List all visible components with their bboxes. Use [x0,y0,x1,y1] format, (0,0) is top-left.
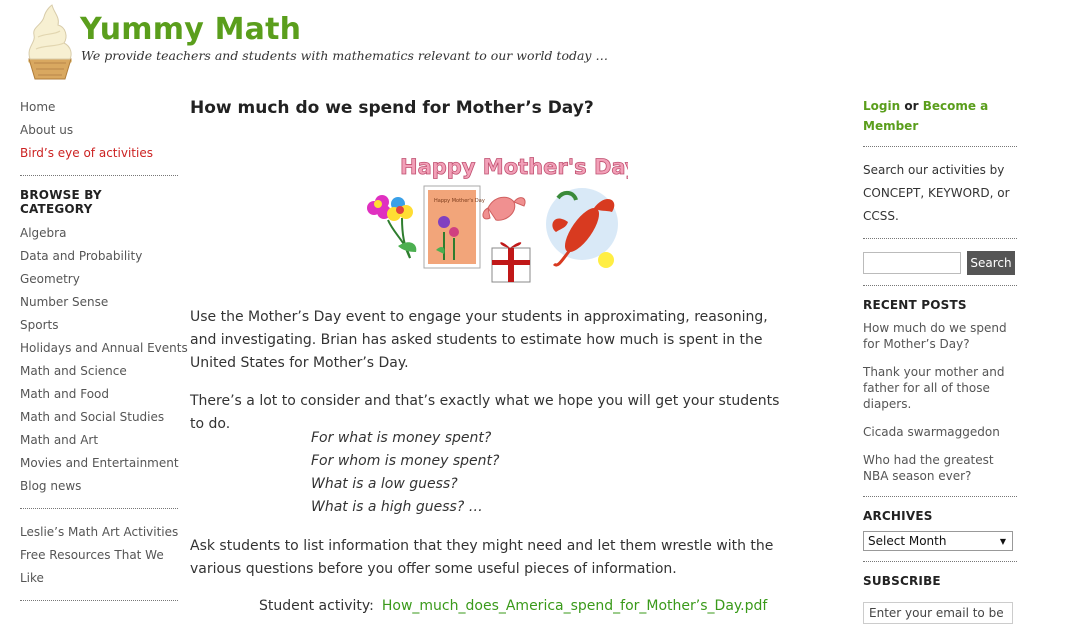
divider [863,285,1017,286]
category-heading: BROWSE BY CATEGORY [20,188,102,216]
divider [863,146,1017,147]
left-sidebar: Home About us Bird’s eye of activities B… [20,96,188,613]
divider [863,238,1017,239]
category-link[interactable]: Blog news [20,475,178,498]
extra-link[interactable]: Like [20,567,178,590]
mothers-day-image: Happy Mother's Day Happy Mother's Day [358,142,639,292]
archives-selected: Select Month [868,534,947,548]
category-link[interactable]: Math and Science [20,360,178,383]
dropdown-arrow-icon: ▼ [999,536,1006,546]
divider [20,508,178,509]
card-icon: Happy Mother's Day [423,185,485,269]
archives-heading: ARCHIVES [863,509,933,523]
login-link[interactable]: Login [863,99,900,113]
extra-link[interactable]: Free Resources That We [20,544,178,567]
category-link[interactable]: Geometry [20,268,178,291]
student-activity: Student activity: How_much_does_America_s… [259,598,767,614]
site-title[interactable]: Yummy Math [80,12,301,47]
recent-posts-heading: RECENT POSTS [863,298,967,312]
recent-posts-list: How much do we spend for Mother’s Day? T… [863,320,1017,484]
nav-birds-eye[interactable]: Bird’s eye of activities [20,142,178,165]
paragraph-intro: Use the Mother’s Day event to engage you… [190,309,768,371]
subscribe-email-field[interactable]: Enter your email to be [863,602,1013,624]
divider [863,496,1017,497]
nav-home[interactable]: Home [20,96,178,119]
question-line: What is a high guess? … [311,499,483,515]
category-link[interactable]: Math and Social Studies [20,406,178,429]
question-line: For whom is money spent? [311,453,500,469]
subscribe-heading: SUBSCRIBE [863,574,941,588]
divider [20,175,178,176]
question-line: What is a low guess? [311,476,458,492]
category-link[interactable]: Algebra [20,222,178,245]
search-help-text: Search our activities by CONCEPT, KEYWOR… [863,163,1010,223]
candy-icon [482,196,526,221]
search-input[interactable] [863,252,961,274]
extra-link[interactable]: Leslie’s Math Art Activities [20,521,178,544]
card-text: Happy Mother's Day [434,198,485,204]
recent-post-link[interactable]: How much do we spend for Mother’s Day? [863,320,1017,352]
gift-icon [491,242,531,283]
search-button[interactable]: Search [967,251,1015,275]
category-link[interactable]: Math and Art [20,429,178,452]
ice-cream-logo[interactable] [22,3,78,81]
recent-post-link[interactable]: Who had the greatest NBA season ever? [863,452,1017,484]
recent-post-link[interactable]: Cicada swarmaggedon [863,424,1017,440]
login-area: Login or Become a Member [863,96,1017,136]
site-tagline: We provide teachers and students with ma… [81,48,608,63]
paragraph-ask: Ask students to list information that th… [190,538,774,577]
category-link[interactable]: Data and Probability [20,245,178,268]
main-content: How much do we spend for Mother’s Day? H… [190,96,790,614]
right-sidebar: Login or Become a Member Search our acti… [863,96,1017,624]
flowers-icon [367,195,417,259]
nav-about-us[interactable]: About us [20,119,178,142]
divider [863,561,1017,562]
banner-text: Happy Mother's Day [400,155,628,179]
post-title[interactable]: How much do we spend for Mother’s Day? [190,96,790,120]
activity-pdf-link[interactable]: How_much_does_America_spend_for_Mother’s… [382,598,767,614]
recent-post-link[interactable]: Thank your mother and father for all of … [863,364,1017,412]
archives-select[interactable]: Select Month ▼ [863,531,1013,551]
or-text: or [904,99,919,113]
lobster-icon [546,188,618,268]
question-line: For what is money spent? [311,430,492,446]
category-link[interactable]: Math and Food [20,383,178,406]
search-form: Search [863,251,1017,275]
activity-label: Student activity: [259,598,374,614]
divider [20,600,178,601]
category-link[interactable]: Movies and Entertainment [20,452,179,475]
category-link[interactable]: Sports [20,314,178,337]
category-link[interactable]: Holidays and Annual Events [20,337,188,360]
category-link[interactable]: Number Sense [20,291,178,314]
